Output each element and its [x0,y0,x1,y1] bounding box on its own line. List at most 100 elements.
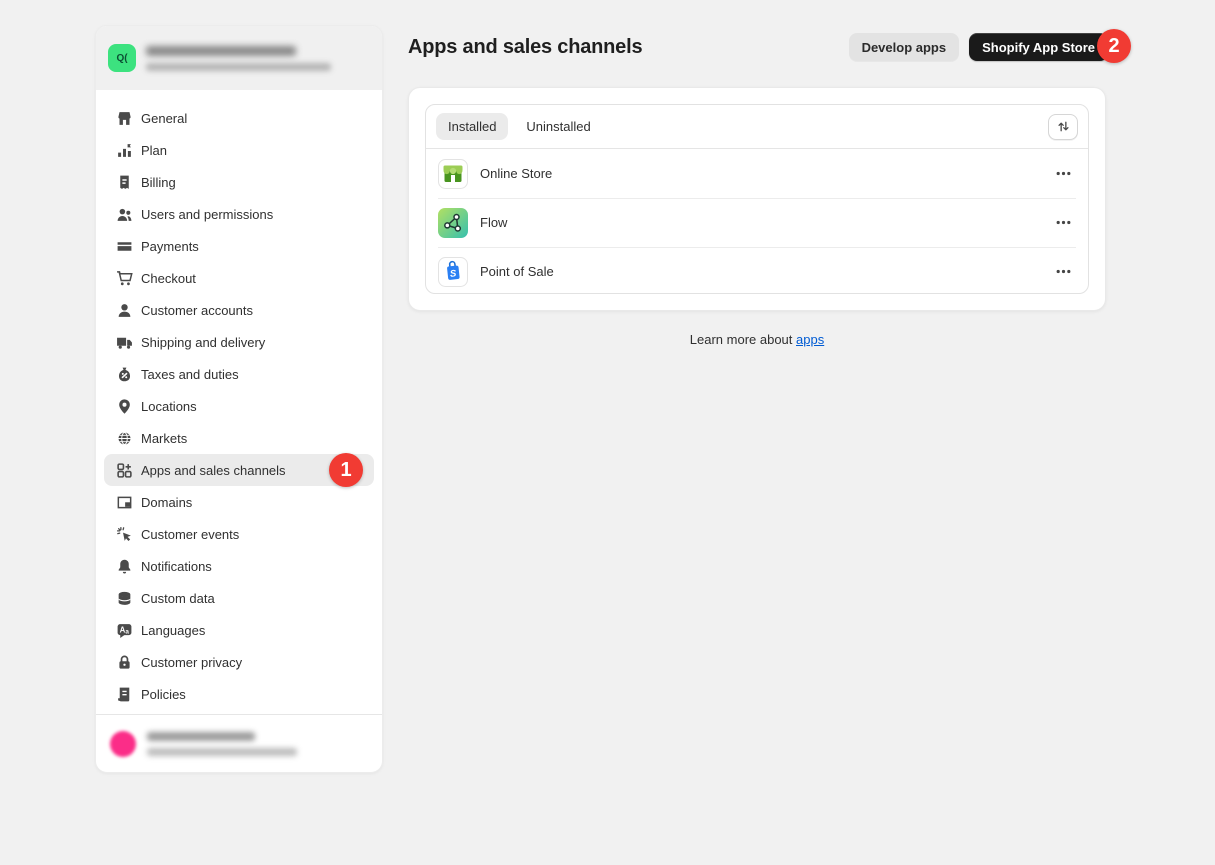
sidebar-item-label: Taxes and duties [141,367,239,382]
settings-sidebar: Q( General Plan Billing Users and permissio… [95,25,383,773]
sidebar-item-label: Checkout [141,271,196,286]
settings-nav: General Plan Billing Users and permissions P… [96,90,382,710]
sidebar-item-label: Languages [141,623,205,638]
sidebar-item-general[interactable]: General [104,102,374,134]
sidebar-item-customer-events[interactable]: Customer events [104,518,374,550]
user-footer [96,714,382,772]
sidebar-item-checkout[interactable]: Checkout [104,262,374,294]
users-icon [116,206,133,223]
sidebar-item-plan[interactable]: Plan [104,134,374,166]
sidebar-item-customer-accounts[interactable]: Customer accounts [104,294,374,326]
customer-privacy-lock-icon [116,654,133,671]
page-title: Apps and sales channels [408,36,642,59]
more-options-button[interactable] [1051,161,1076,186]
apps-list: Online Store Flow S Point of Sale [426,149,1088,294]
customer-events-icon [116,526,133,543]
sidebar-item-label: Billing [141,175,176,190]
sidebar-item-label: Shipping and delivery [141,335,265,350]
more-options-button[interactable] [1051,210,1076,235]
user-name-redacted [147,732,255,741]
sidebar-item-billing[interactable]: Billing [104,166,374,198]
shipping-truck-icon [116,334,133,351]
sidebar-item-label: Markets [141,431,187,446]
apps-card: InstalledUninstalled Online Store Flow S Po… [408,87,1106,311]
more-options-button[interactable] [1051,259,1076,284]
policies-icon [116,686,133,703]
online-store-app-icon [438,159,468,189]
payments-icon [116,238,133,255]
apps-link[interactable]: apps [796,332,824,347]
point-of-sale-app-icon: S [438,257,468,287]
store-info [146,46,331,71]
tab-uninstalled[interactable]: Uninstalled [514,113,602,140]
sidebar-item-taxes-and-duties[interactable]: Taxes and duties [104,358,374,390]
shopify-app-store-button[interactable]: Shopify App Store [969,33,1108,61]
sort-arrows-icon [1056,119,1071,134]
app-row-online-store[interactable]: Online Store [426,149,1088,198]
sidebar-item-label: Customer accounts [141,303,253,318]
sidebar-item-label: Plan [141,143,167,158]
develop-apps-button[interactable]: Develop apps [849,33,960,61]
annotation-badge-2: 2 [1097,29,1131,63]
more-options-icon [1055,263,1072,280]
user-email-redacted [147,748,297,756]
learn-more-label: Learn more about [690,332,796,347]
learn-more-text: Learn more about apps [408,332,1106,347]
locations-pin-icon [116,398,133,415]
store-email-redacted [146,63,331,71]
more-options-icon [1055,165,1072,182]
languages-icon: Aa [116,622,133,639]
sidebar-item-label: General [141,111,187,126]
sidebar-item-custom-data[interactable]: Custom data [104,582,374,614]
store-avatar: Q( [108,44,136,72]
store-header: Q( [96,26,382,90]
user-info [147,732,297,756]
sidebar-item-label: Payments [141,239,199,254]
svg-text:a: a [125,628,129,635]
flow-app-icon [438,208,468,238]
sidebar-item-domains[interactable]: Domains [104,486,374,518]
apps-grid-icon [116,462,133,479]
app-name: Online Store [480,166,552,181]
app-row-flow[interactable]: Flow [426,198,1088,247]
sidebar-item-label: Domains [141,495,192,510]
annotation-badge-1: 1 [329,453,363,487]
sidebar-item-customer-privacy[interactable]: Customer privacy [104,646,374,678]
app-row-point-of-sale[interactable]: S Point of Sale [426,247,1088,294]
storefront-icon [116,110,133,127]
sidebar-item-markets[interactable]: Markets [104,422,374,454]
domains-icon [116,494,133,511]
checkout-cart-icon [116,270,133,287]
sidebar-item-label: Custom data [141,591,215,606]
more-options-icon [1055,214,1072,231]
sidebar-item-label: Notifications [141,559,212,574]
user-avatar [110,731,136,757]
markets-globe-icon [116,430,133,447]
customer-accounts-icon [116,302,133,319]
apps-tabs-row: InstalledUninstalled [426,105,1088,149]
apps-list-box: InstalledUninstalled Online Store Flow S Po… [425,104,1089,294]
sidebar-item-label: Apps and sales channels [141,463,286,478]
app-name: Flow [480,215,507,230]
header-actions: Develop apps Shopify App Store [849,33,1108,61]
sidebar-item-label: Policies [141,687,186,702]
app-name: Point of Sale [480,264,554,279]
notifications-bell-icon [116,558,133,575]
sidebar-item-users-and-permissions[interactable]: Users and permissions [104,198,374,230]
custom-data-icon [116,590,133,607]
taxes-duties-icon [116,366,133,383]
sidebar-item-shipping-and-delivery[interactable]: Shipping and delivery [104,326,374,358]
sort-button[interactable] [1048,114,1078,140]
billing-receipt-icon [116,174,133,191]
sidebar-item-label: Users and permissions [141,207,273,222]
sidebar-item-payments[interactable]: Payments [104,230,374,262]
sidebar-item-languages[interactable]: Aa Languages [104,614,374,646]
sidebar-item-policies[interactable]: Policies [104,678,374,710]
sidebar-item-notifications[interactable]: Notifications [104,550,374,582]
sidebar-item-label: Customer privacy [141,655,242,670]
sidebar-item-locations[interactable]: Locations [104,390,374,422]
sidebar-item-label: Locations [141,399,197,414]
store-name-redacted [146,46,296,56]
tab-installed[interactable]: Installed [436,113,508,140]
plan-chart-icon [116,142,133,159]
